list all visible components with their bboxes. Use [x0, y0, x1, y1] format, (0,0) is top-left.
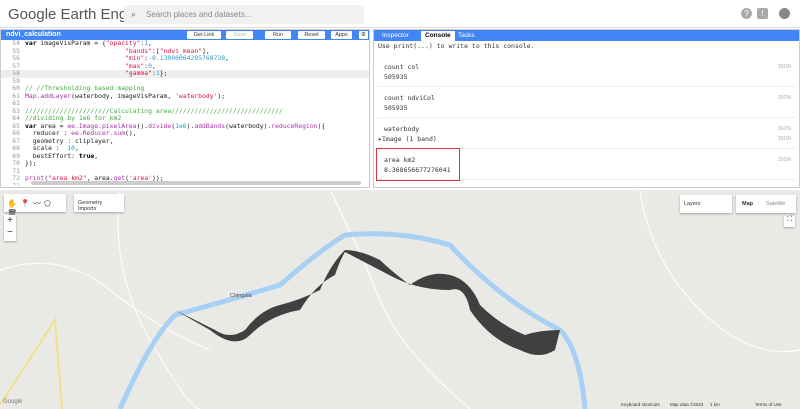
code-token: 'waterbody'	[175, 91, 218, 100]
zoom-in-button[interactable]: +	[4, 215, 16, 227]
code-token: };	[159, 69, 168, 77]
code-token: 1e6	[175, 121, 187, 130]
console-entry: waterbody ▸ Image (1 band) JSON JSON	[377, 118, 796, 149]
code-token: (),	[125, 129, 137, 137]
geometry-imports-button[interactable]: Geometry Imports	[74, 194, 124, 212]
place-label: Chingala	[230, 293, 252, 299]
code-token: addBands	[194, 121, 226, 130]
console-entry: count ndviCol 505935 JSON	[377, 87, 796, 118]
map-view[interactable]: ✋📍〰⬠🗑 Geometry Imports + − Layers Map Sa…	[0, 190, 800, 409]
search-input[interactable]: ⌕ Search places and datasets...	[124, 5, 364, 24]
marker-icon[interactable]: 📍	[20, 199, 33, 208]
tab-inspector[interactable]: Inspector	[378, 31, 413, 41]
code-editor[interactable]: ndvi_calculation Get Link Save Run Reset…	[0, 29, 370, 188]
line-icon[interactable]: 〰	[33, 199, 44, 208]
layers-button[interactable]: Layers	[680, 195, 732, 213]
search-placeholder: Search places and datasets...	[146, 10, 252, 19]
horizontal-scrollbar[interactable]	[31, 181, 361, 185]
code-token: true	[78, 151, 95, 160]
map-canvas	[0, 190, 800, 409]
code-token: );	[217, 91, 226, 100]
map-type-map[interactable]: Map	[742, 201, 753, 207]
settings-gear-icon[interactable]: ⚙	[359, 31, 368, 39]
entry-value: 505935	[384, 104, 408, 112]
highlight-box	[376, 148, 460, 181]
search-icon: ⌕	[131, 9, 137, 19]
code-token: ,	[94, 151, 99, 160]
map-data-attribution: Map data ©2022	[670, 402, 704, 407]
road	[0, 262, 211, 351]
help-icon[interactable]: ?	[741, 8, 752, 19]
feedback-icon[interactable]: !	[757, 8, 768, 19]
river	[117, 231, 588, 409]
code-line[interactable]: 58 "gamma":1};	[1, 69, 369, 78]
hand-icon[interactable]: ✋	[7, 199, 20, 208]
shape-icon[interactable]: ⬠	[44, 199, 54, 208]
map-type-control: Map Satellite	[736, 195, 796, 213]
code-token: reduceRegion	[271, 121, 318, 130]
json-link[interactable]: JSON	[778, 95, 791, 101]
code-token: divide	[148, 121, 172, 130]
scale-bar[interactable]: 1 km	[710, 402, 720, 407]
json-link[interactable]: JSON	[778, 64, 791, 70]
road	[329, 190, 471, 409]
code-token: ().	[136, 121, 149, 130]
code-token: -0.13006064295768738	[148, 54, 226, 62]
json-link[interactable]: JSON	[778, 157, 791, 163]
drawing-tools[interactable]: ✋📍〰⬠🗑	[4, 194, 66, 218]
code-token: });	[25, 159, 37, 167]
tab-tasks[interactable]: Tasks	[454, 31, 479, 41]
reset-button[interactable]: Reset	[298, 31, 325, 39]
highway	[0, 316, 63, 409]
entry-label: waterbody	[384, 125, 420, 133]
entry-value[interactable]: Image (1 band)	[382, 135, 437, 143]
line-number: 73	[1, 182, 25, 185]
avatar[interactable]	[779, 8, 790, 19]
tab-console[interactable]: Console	[421, 31, 455, 41]
code-lines[interactable]: 54 var imageVisParam = {"opacity":1, 55 "b…	[1, 40, 369, 185]
header: Google Earth Engine ⌕ Search places and d…	[0, 0, 800, 28]
json-link[interactable]: JSON	[778, 136, 791, 142]
panel-tabs: Inspector Console Tasks	[374, 30, 799, 41]
apps-button[interactable]: Apps	[331, 31, 352, 39]
road	[117, 190, 201, 409]
code-token: ).	[186, 121, 195, 130]
script-name: ndvi_calculation	[6, 31, 61, 38]
code-line[interactable]: 69 bestEffort: true,	[1, 151, 369, 161]
code-token: ,	[225, 54, 229, 62]
road	[639, 190, 800, 353]
entry-label: count ndviCol	[384, 94, 435, 102]
code-token: (waterbody, imageVisParam,	[71, 91, 176, 100]
run-button[interactable]: Run	[265, 31, 291, 39]
code-token: Map.addLayer	[25, 91, 72, 100]
code-line[interactable]: 61 Map.addLayer (waterbody, imageVisParam,…	[1, 91, 369, 101]
entry-label: count col	[384, 63, 420, 71]
save-button[interactable]: Save	[226, 31, 253, 39]
console-entry: count col 505935 JSON	[377, 56, 796, 87]
json-link[interactable]: JSON	[778, 126, 791, 132]
fullscreen-icon[interactable]: ⛶	[784, 216, 795, 227]
editor-toolbar: ndvi_calculation Get Link Save Run Reset…	[1, 30, 369, 40]
code-token: "gamma"	[125, 69, 152, 77]
keyboard-shortcuts-link[interactable]: Keyboard shortcuts	[621, 402, 660, 407]
terms-link[interactable]: Terms of Use	[755, 402, 782, 407]
get-link-button[interactable]: Get Link	[187, 31, 221, 39]
zoom-controls: + −	[4, 215, 16, 241]
code-line[interactable]: 70});	[1, 159, 369, 168]
console-hint: Use print(...) to write to this console.	[378, 42, 535, 50]
google-logo: Google	[3, 399, 23, 405]
code-token: (waterbody).	[225, 121, 272, 130]
map-type-satellite[interactable]: Satellite	[766, 201, 786, 207]
waterbody-layer	[175, 250, 560, 355]
zoom-out-button[interactable]: −	[4, 227, 16, 239]
entry-value: 505935	[384, 73, 408, 81]
code-token: ({	[317, 121, 326, 130]
